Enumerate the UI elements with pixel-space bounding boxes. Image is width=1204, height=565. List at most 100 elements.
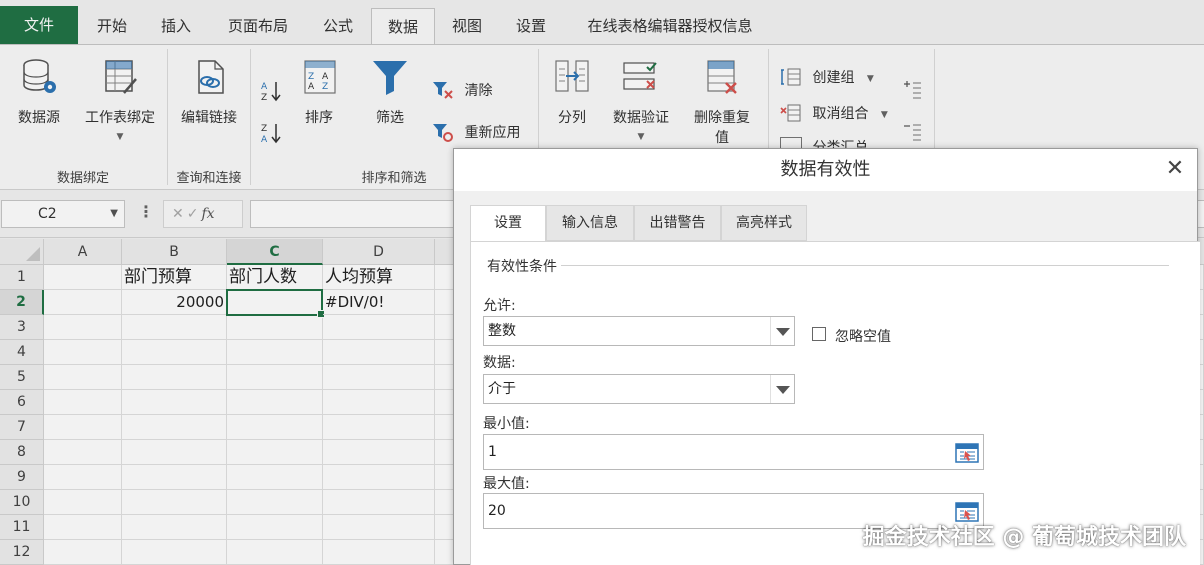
edit-links-button[interactable]: 编辑链接 [176,57,242,127]
dialog-tab-input-message[interactable]: 输入信息 [546,205,634,241]
grid-cell[interactable] [44,265,122,290]
tab-page-layout[interactable]: 页面布局 [218,8,298,44]
tab-file[interactable]: 文件 [0,6,78,44]
grid-cell[interactable] [122,465,227,490]
sort-ascending-button[interactable]: A Z [260,79,282,107]
ignore-blank-checkbox[interactable] [812,327,826,341]
column-header-d[interactable]: D [323,239,435,265]
data-operator-select[interactable]: 介于 [483,374,795,404]
group-button[interactable]: 创建组 ▼ [780,67,874,87]
row-header[interactable]: 1 [0,265,44,290]
grid-cell[interactable] [323,415,435,440]
hide-detail-button[interactable] [904,121,922,144]
chevron-down-icon[interactable]: ▼ [110,201,118,227]
tab-data[interactable]: 数据 [371,8,435,45]
chevron-down-icon[interactable] [770,375,794,403]
split-column-button[interactable]: 分列 [548,57,596,127]
row-header[interactable]: 2 [0,290,44,315]
column-header-a[interactable]: A [44,239,122,265]
chevron-down-icon[interactable] [770,317,794,345]
tab-settings[interactable]: 设置 [505,8,557,44]
row-header[interactable]: 6 [0,390,44,415]
grid-cell[interactable] [122,365,227,390]
grid-cell[interactable] [44,390,122,415]
row-header[interactable]: 12 [0,540,44,565]
grid-cell[interactable] [122,315,227,340]
grid-cell[interactable] [122,415,227,440]
grid-cell[interactable] [323,490,435,515]
grid-cell[interactable] [122,390,227,415]
tab-formulas[interactable]: 公式 [312,8,364,44]
cell-d1[interactable]: 人均预算 [323,265,435,290]
grid-cell[interactable] [44,465,122,490]
reapply-filter-button[interactable]: 重新应用 [432,121,520,143]
name-box[interactable]: C2 ▼ [1,200,125,228]
grid-cell[interactable] [323,540,435,565]
clear-filter-button[interactable]: 清除 [432,79,492,101]
cell-c1[interactable]: 部门人数 [227,265,323,290]
row-header[interactable]: 7 [0,415,44,440]
grid-cell[interactable] [227,490,323,515]
grid-cell[interactable] [227,415,323,440]
grid-cell[interactable] [44,315,122,340]
filter-button[interactable]: 筛选 [366,57,414,127]
grid-cell[interactable] [323,465,435,490]
tab-view[interactable]: 视图 [441,8,493,44]
confirm-icon[interactable]: ✓ [187,206,202,222]
remove-duplicates-button[interactable]: 删除重复 值 [686,57,758,147]
grid-cell[interactable] [323,515,435,540]
tab-home[interactable]: 开始 [86,8,138,44]
close-icon[interactable]: ✕ [1163,157,1187,181]
data-source-button[interactable]: 数据源 [10,57,68,127]
grid-cell[interactable] [323,340,435,365]
grid-cell[interactable] [227,515,323,540]
grid-cell[interactable] [227,440,323,465]
grid-cell[interactable] [122,540,227,565]
dialog-tab-settings[interactable]: 设置 [470,205,546,241]
row-header[interactable]: 11 [0,515,44,540]
allow-select[interactable]: 整数 [483,316,795,346]
grid-cell[interactable] [44,490,122,515]
grid-cell[interactable] [323,315,435,340]
grid-cell[interactable] [227,315,323,340]
cell-d2[interactable]: #DIV/0! [323,290,435,315]
insert-function-icon[interactable]: fx [201,206,214,222]
minimum-input[interactable]: 1 [483,434,984,470]
grid-cell[interactable] [122,490,227,515]
bind-sheet-button[interactable]: 工作表绑定 ▼ [80,57,160,143]
grid-cell[interactable] [44,340,122,365]
column-header-c[interactable]: C [227,239,323,265]
grid-cell[interactable] [44,515,122,540]
cell-c2-active[interactable] [226,289,325,318]
dialog-tab-highlight-style[interactable]: 高亮样式 [721,205,807,241]
column-header-b[interactable]: B [122,239,227,265]
grid-cell[interactable] [44,290,122,315]
row-header[interactable]: 3 [0,315,44,340]
grid-cell[interactable] [122,340,227,365]
dialog-tab-error-alert[interactable]: 出错警告 [634,205,721,241]
grid-cell[interactable] [122,440,227,465]
grid-cell[interactable] [44,440,122,465]
grid-cell[interactable] [227,390,323,415]
grid-cell[interactable] [44,415,122,440]
sort-descending-button[interactable]: Z A [260,121,282,149]
tab-insert[interactable]: 插入 [150,8,202,44]
ungroup-button[interactable]: 取消组合 ▼ [780,103,888,123]
row-header[interactable]: 4 [0,340,44,365]
row-header[interactable]: 9 [0,465,44,490]
cell-b1[interactable]: 部门预算 [122,265,227,290]
grid-cell[interactable] [323,390,435,415]
grid-cell[interactable] [122,515,227,540]
grid-cell[interactable] [44,365,122,390]
grid-cell[interactable] [227,465,323,490]
grid-cell[interactable] [227,540,323,565]
grid-cell[interactable] [323,440,435,465]
row-header[interactable]: 8 [0,440,44,465]
tab-license-info[interactable]: 在线表格编辑器授权信息 [570,8,770,44]
row-header[interactable]: 5 [0,365,44,390]
select-all-corner[interactable] [0,239,44,265]
grid-cell[interactable] [227,340,323,365]
row-header[interactable]: 10 [0,490,44,515]
sort-button[interactable]: Z A A Z 排序 [296,57,342,127]
show-detail-button[interactable] [904,79,922,102]
